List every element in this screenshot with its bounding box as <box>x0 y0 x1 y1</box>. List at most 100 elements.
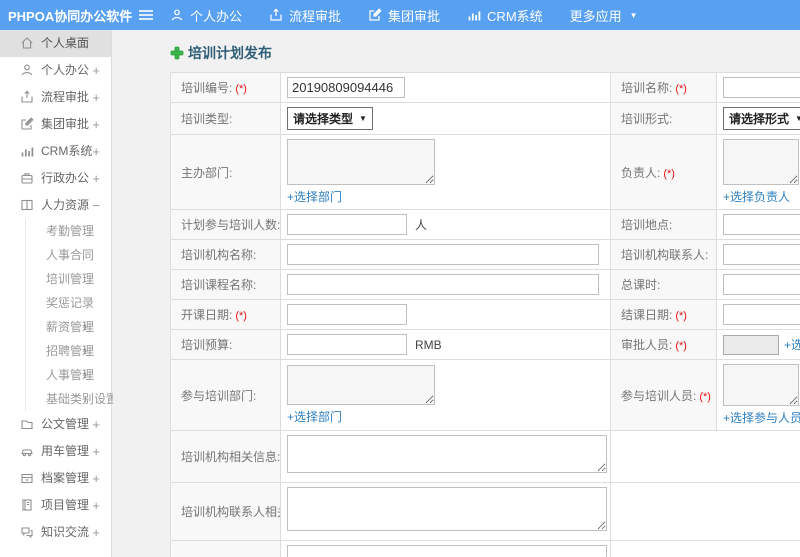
expand-plus-icon[interactable]: + <box>82 363 89 387</box>
host-department-label: 主办部门: <box>181 165 233 180</box>
expand-plus-icon[interactable]: + <box>92 138 100 165</box>
required-mark: (*) <box>675 83 687 95</box>
expand-plus-icon[interactable]: + <box>92 57 100 84</box>
expand-plus-icon[interactable]: + <box>92 492 100 519</box>
chart-icon <box>467 8 481 22</box>
budget-input[interactable] <box>287 334 407 355</box>
training-name-input[interactable] <box>723 77 800 98</box>
expand-plus-icon[interactable]: + <box>92 438 100 465</box>
expand-plus-icon[interactable]: + <box>92 465 100 492</box>
empty-cell <box>610 540 800 557</box>
select-department-link[interactable]: +选择部门 <box>287 188 342 205</box>
car-icon <box>20 444 34 458</box>
sidebar: 个人桌面 个人办公 + 流程审批 + 集团审批 + CRM系统 + 行政办公 +… <box>0 30 118 557</box>
training-type-label: 培训类型: <box>181 112 233 126</box>
course-name-label: 培训课程名称: <box>181 278 257 292</box>
expand-plus-icon[interactable]: + <box>82 315 89 339</box>
topnav-workflow-approval[interactable]: 流程审批 <box>269 6 341 25</box>
sidebar-item-workflow-approval[interactable]: 流程审批 + <box>0 84 111 111</box>
sidebar-item-personal-desktop[interactable]: 个人桌面 <box>0 30 111 57</box>
expand-plus-icon[interactable]: + <box>92 165 100 192</box>
select-participants-link[interactable]: +选择参与人员 <box>723 409 800 426</box>
training-location-label: 培训地点: <box>621 218 673 232</box>
sidebar-item-document-mgmt[interactable]: 公文管理 + <box>0 411 111 438</box>
expand-plus-icon[interactable]: + <box>92 519 100 546</box>
form-row: 开课日期: (*) 结课日期: (*) <box>170 299 800 330</box>
expand-plus-icon[interactable]: + <box>82 387 89 411</box>
host-department-textarea[interactable] <box>287 139 435 185</box>
topnav-label: 个人办公 <box>190 8 243 24</box>
sidebar-item-label: 公文管理 <box>41 417 90 431</box>
approvers-box[interactable] <box>723 334 779 355</box>
form-row: 培训机构联系人相关信息: <box>170 482 800 541</box>
start-date-input[interactable] <box>287 304 407 325</box>
participating-departments-textarea[interactable] <box>287 365 435 405</box>
sidebar-item-crm-system[interactable]: CRM系统 + <box>0 138 111 165</box>
caret-down-icon: ▼ <box>629 10 638 20</box>
main-content: 培训计划发布 培训编号:(*) 培训名称:(*) 培训类型: 请选择类型▼ 培训… <box>113 30 800 557</box>
sidebar-subitem-personnel-mgmt[interactable]: 人事管理 + <box>26 363 111 387</box>
required-mark: (*) <box>675 310 687 322</box>
org-info-textarea[interactable] <box>287 435 607 473</box>
sidebar-item-admin-office[interactable]: 行政办公 + <box>0 165 111 192</box>
select-department-link[interactable]: +选择部门 <box>287 408 342 425</box>
training-plan-form: 培训编号:(*) 培训名称:(*) 培训类型: 请选择类型▼ 培训形式: 请选择… <box>170 72 800 557</box>
training-number-input[interactable] <box>287 77 405 98</box>
topnav-more-apps[interactable]: 更多应用 ▼ <box>570 6 638 25</box>
sidebar-subitem-reward-punishment[interactable]: 奖惩记录 <box>26 291 111 315</box>
leader-textarea[interactable] <box>723 139 799 185</box>
org-name-input[interactable] <box>287 244 599 265</box>
sidebar-item-human-resources[interactable]: 人力资源 − <box>0 192 111 219</box>
training-requirements-textarea[interactable] <box>287 545 607 557</box>
expand-plus-icon[interactable]: + <box>92 411 100 438</box>
topnav-personal-office[interactable]: 个人办公 <box>170 6 242 25</box>
form-row: 培训课程名称: 总课时: <box>170 269 800 300</box>
hamburger-menu-icon[interactable] <box>138 8 154 22</box>
planned-participants-input[interactable] <box>287 214 407 235</box>
sidebar-subitem-hr-contract[interactable]: 人事合同 <box>26 243 111 267</box>
unit-person-suffix: 人 <box>415 218 428 232</box>
training-location-input[interactable] <box>723 214 800 235</box>
form-row: 培训预算: RMB 审批人员:(*) +选择审批人员 <box>170 329 800 360</box>
collapse-minus-icon[interactable]: − <box>92 192 100 219</box>
sidebar-item-label: 流程审批 <box>41 90 90 104</box>
flow-icon <box>20 90 34 104</box>
org-contact-info-textarea[interactable] <box>287 487 607 531</box>
form-row: 参与培训部门: +选择部门 参与培训人员: (*) +选择参与人员 <box>170 359 800 431</box>
page-title: 培训计划发布 <box>170 42 800 64</box>
required-mark: (*) <box>675 340 687 352</box>
end-date-input[interactable] <box>723 304 800 325</box>
org-contact-input[interactable] <box>723 244 800 265</box>
sidebar-item-personal-office[interactable]: 个人办公 + <box>0 57 111 84</box>
sidebar-item-label: 档案管理 <box>41 471 90 485</box>
sidebar-subitem-salary-mgmt[interactable]: 薪资管理 + <box>26 315 111 339</box>
sidebar-item-label: 个人办公 <box>41 63 90 77</box>
course-name-input[interactable] <box>287 274 599 295</box>
edit-icon <box>368 8 382 22</box>
sidebar-subitem-training-mgmt[interactable]: 培训管理 <box>26 267 111 291</box>
sidebar-item-group-approval[interactable]: 集团审批 + <box>0 111 111 138</box>
expand-plus-icon[interactable]: + <box>92 111 100 138</box>
sidebar-subitem-base-category-settings[interactable]: 基础类别设置 + <box>26 387 118 411</box>
page-title-text: 培训计划发布 <box>188 45 272 61</box>
topnav-group-approval[interactable]: 集团审批 <box>368 6 440 25</box>
sidebar-item-label: CRM系统 <box>41 144 93 158</box>
sidebar-item-vehicle-mgmt[interactable]: 用车管理 + <box>0 438 111 465</box>
select-approvers-link[interactable]: +选择审批人员 <box>784 336 800 353</box>
total-hours-input[interactable] <box>723 274 800 295</box>
training-name-label: 培训名称: <box>621 81 673 95</box>
sidebar-item-archive-mgmt[interactable]: 档案管理 + <box>0 465 111 492</box>
expand-plus-icon[interactable]: + <box>82 339 89 363</box>
select-leader-link[interactable]: +选择负责人 <box>723 188 790 205</box>
approvers-label: 审批人员: <box>621 338 673 352</box>
participating-departments-label: 参与培训部门: <box>181 388 257 403</box>
sidebar-subitem-recruitment-mgmt[interactable]: 招聘管理 + <box>26 339 111 363</box>
sidebar-item-knowledge-exchange[interactable]: 知识交流 + <box>0 519 111 546</box>
training-form-select[interactable]: 请选择形式 ▼ <box>723 107 800 130</box>
sidebar-subitem-attendance[interactable]: 考勤管理 <box>26 219 111 243</box>
participants-textarea[interactable] <box>723 364 799 406</box>
topnav-crm-system[interactable]: CRM系统 <box>467 6 543 25</box>
training-type-select[interactable]: 请选择类型 ▼ <box>287 107 373 130</box>
sidebar-item-project-mgmt[interactable]: 项目管理 + <box>0 492 111 519</box>
expand-plus-icon[interactable]: + <box>92 84 100 111</box>
